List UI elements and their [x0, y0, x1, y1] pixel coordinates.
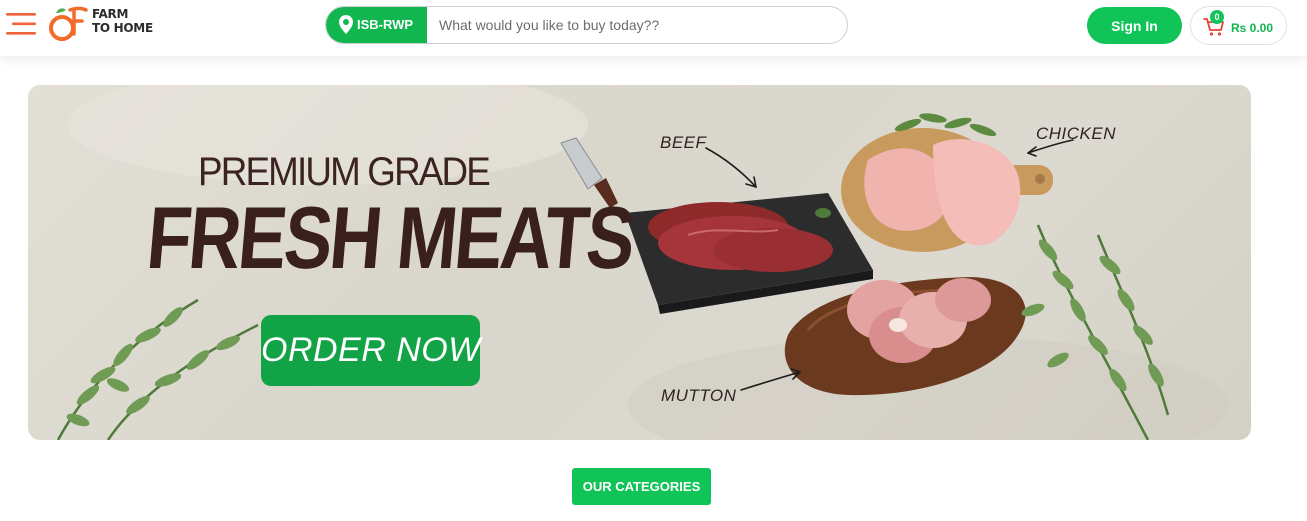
order-now-button[interactable]: ORDER NOW — [261, 315, 480, 386]
label-chicken: CHICKEN — [1036, 124, 1117, 143]
location-selector[interactable]: ISB-RWP — [326, 7, 427, 43]
cart-button[interactable]: 0 Rs 0.00 — [1190, 6, 1287, 45]
cart-total: Rs 0.00 — [1231, 21, 1274, 35]
label-beef: BEEF — [660, 133, 707, 152]
top-navbar: FARM TO HOME ISB-RWP Sign In 0 Rs 0.00 — [0, 0, 1307, 56]
chicken-board — [841, 113, 1053, 252]
location-label: ISB-RWP — [357, 17, 414, 32]
search-input[interactable] — [427, 7, 847, 43]
sign-in-button[interactable]: Sign In — [1087, 7, 1182, 44]
search-bar: ISB-RWP — [325, 6, 848, 44]
label-mutton: MUTTON — [661, 386, 737, 405]
logo-icon — [49, 6, 88, 41]
beef-board — [625, 193, 873, 314]
menu-icon[interactable] — [6, 11, 36, 37]
banner-title: FRESH MEATS — [143, 188, 637, 287]
herb-sprig-left — [56, 298, 259, 440]
cart-count-badge: 0 — [1210, 10, 1224, 24]
logo-text-line2: TO HOME — [92, 21, 153, 35]
hero-banner[interactable]: PREMIUM GRADE FRESH MEATS ORDER NOW BEEF… — [28, 85, 1251, 440]
farm-to-home-logo[interactable]: FARM TO HOME — [48, 4, 163, 44]
logo-text-line1: FARM — [92, 7, 129, 21]
our-categories-button[interactable]: OUR CATEGORIES — [572, 468, 711, 505]
location-pin-icon — [339, 15, 353, 34]
